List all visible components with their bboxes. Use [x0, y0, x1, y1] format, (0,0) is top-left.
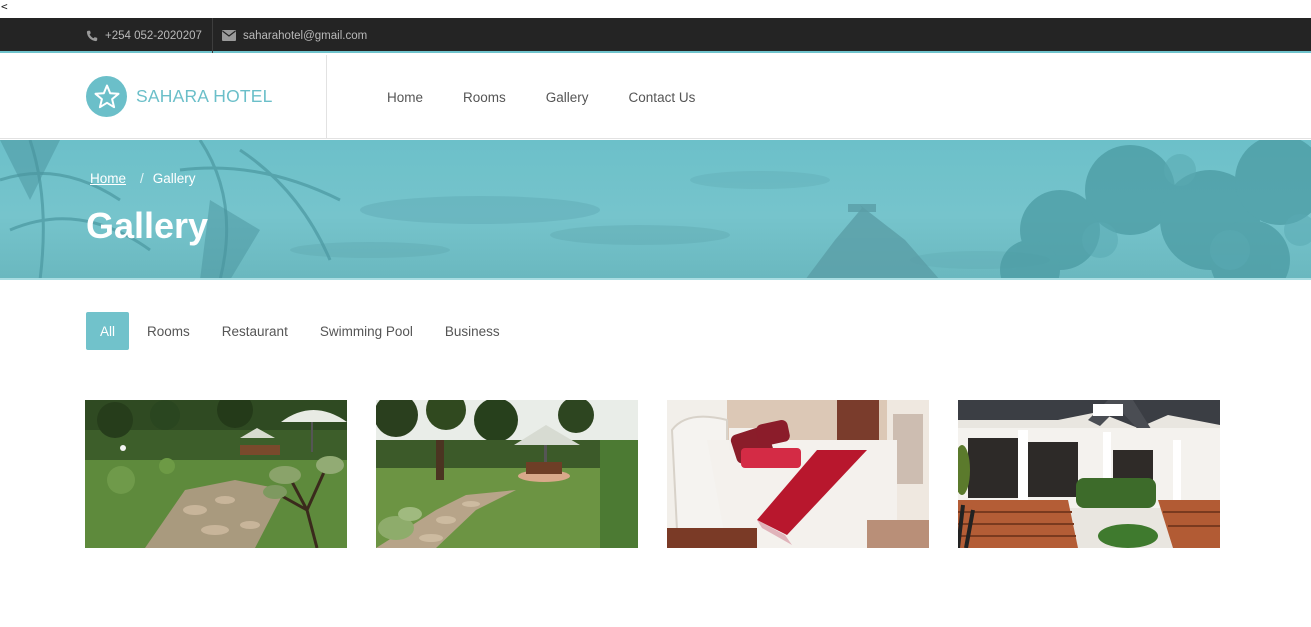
gallery-item-bedroom[interactable]: [667, 400, 929, 548]
filter-restaurant[interactable]: Restaurant: [222, 312, 288, 350]
breadcrumb-separator: /: [140, 171, 144, 186]
hotel-bedroom-photo: [667, 400, 929, 548]
email-address: saharahotel@gmail.com: [243, 29, 368, 42]
gallery-item-building[interactable]: [958, 400, 1220, 548]
main-nav: Home Rooms Gallery Contact Us: [387, 55, 735, 139]
email-contact[interactable]: saharahotel@gmail.com: [222, 18, 367, 53]
nav-home[interactable]: Home: [387, 90, 423, 105]
site-logo[interactable]: SAHARA HOTEL: [86, 76, 273, 117]
site-header: SAHARA HOTEL Home Rooms Gallery Contact …: [0, 55, 1311, 139]
page-hero: Home / Gallery Gallery: [0, 140, 1311, 280]
breadcrumb: Home / Gallery: [90, 171, 196, 186]
filter-rooms[interactable]: Rooms: [147, 312, 190, 350]
filter-swimming-pool[interactable]: Swimming Pool: [320, 312, 413, 350]
filter-all[interactable]: All: [86, 312, 130, 350]
phone-contact[interactable]: +254 052-2020207: [86, 18, 213, 53]
breadcrumb-current: Gallery: [152, 171, 196, 186]
garden-lawn-photo: [85, 400, 347, 548]
page-title: Gallery: [86, 205, 209, 246]
star-icon: [94, 84, 119, 108]
breadcrumb-home-link[interactable]: Home: [90, 171, 126, 186]
gallery-filters: All Rooms Restaurant Swimming Pool Busin…: [86, 312, 532, 350]
phone-number: +254 052-2020207: [105, 29, 202, 42]
nav-gallery[interactable]: Gallery: [546, 90, 589, 105]
nav-contact-us[interactable]: Contact Us: [629, 90, 696, 105]
hotel-building-photo: [958, 400, 1220, 548]
nav-rooms[interactable]: Rooms: [463, 90, 506, 105]
envelope-icon: [222, 30, 236, 41]
filter-business[interactable]: Business: [445, 312, 500, 350]
logo-text: SAHARA HOTEL: [136, 86, 273, 106]
garden-tables-photo: [376, 400, 638, 548]
logo-badge: [86, 76, 127, 117]
gallery-item-garden-tables[interactable]: [376, 400, 638, 548]
stray-character: <: [1, 0, 8, 13]
gallery-item-garden-lawn[interactable]: [85, 400, 347, 548]
top-bar: +254 052-2020207 saharahotel@gmail.com: [0, 18, 1311, 53]
gallery-grid: [85, 400, 1249, 548]
phone-icon: [86, 30, 98, 41]
header-divider: [326, 55, 327, 139]
